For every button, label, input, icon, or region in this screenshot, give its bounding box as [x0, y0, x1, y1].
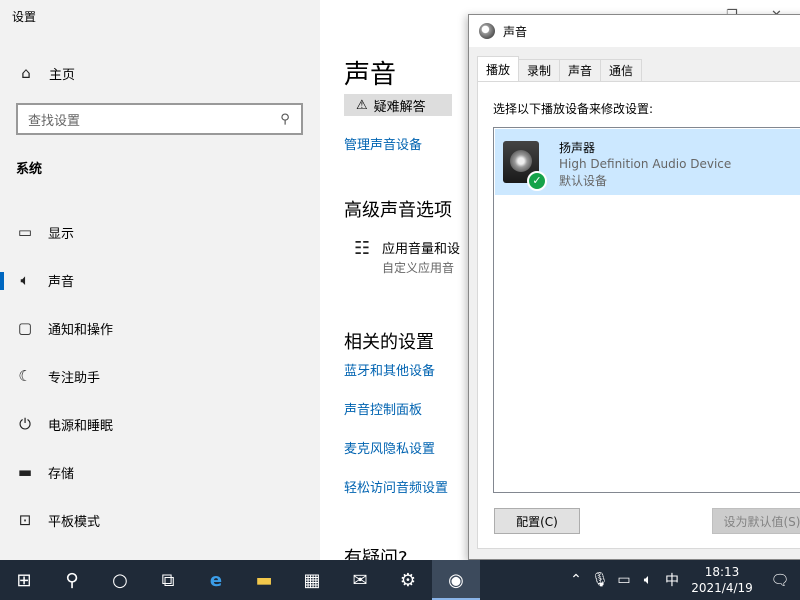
sidebar-item-tablet[interactable]: ⊡ 平板模式: [0, 496, 320, 544]
cortana-button[interactable]: ○: [96, 560, 144, 600]
device-status: 默认设备: [559, 174, 608, 188]
tab-sounds[interactable]: 声音: [559, 59, 602, 81]
app-volume-option[interactable]: ☷ 应用音量和设 自定义应用音: [354, 238, 460, 276]
task-view-icon: ⧉: [161, 569, 175, 591]
system-tray: ⌃ 🎙︎ ▭ 🔈︎ 中 18:13 2021/4/19 🗨︎: [564, 560, 800, 600]
edge-button[interactable]: e: [192, 560, 240, 600]
settings-button[interactable]: ⚙: [384, 560, 432, 600]
search-placeholder: 查找设置: [28, 113, 81, 129]
device-name: 扬声器: [559, 141, 596, 155]
store-icon: ▦: [303, 569, 321, 591]
mail-icon: ✉: [352, 569, 368, 591]
sound-icon: [479, 23, 495, 39]
sidebar-item-focus[interactable]: ☾ 专注助手: [0, 352, 320, 400]
sidebar-item-sound[interactable]: 🔈︎ 声音: [0, 256, 320, 304]
nav-list: ▭ 显示 🔈︎ 声音 ▢ 通知和操作 ☾ 专注助手 ⏻ 电源和睡眠 ▬ 存储 ⊡…: [0, 208, 320, 592]
chevron-up-icon[interactable]: ⌃: [564, 572, 588, 588]
section-title: 系统: [16, 162, 43, 177]
sidebar-item-notifications[interactable]: ▢ 通知和操作: [0, 304, 320, 352]
settings-sidebar: 设置 ⌂ 主页 查找设置 ⚲ 系统 ▭ 显示 🔈︎ 声音 ▢ 通知和操作 ☾ 专…: [0, 0, 320, 578]
tab-recording[interactable]: 录制: [518, 59, 561, 81]
nav-label: 显示: [48, 226, 75, 242]
tab-playback[interactable]: 播放: [477, 56, 520, 81]
nav-label: 平板模式: [48, 514, 101, 530]
folder-icon: ▬: [255, 569, 273, 591]
windows-icon: ⊞: [16, 569, 32, 591]
warning-icon: ⚠: [356, 97, 368, 113]
file-explorer-button[interactable]: ▬: [240, 560, 288, 600]
sound-app-button[interactable]: ◉: [432, 560, 480, 600]
device-list[interactable]: ✓ 扬声器 High Definition Audio Device 默认设备: [493, 127, 800, 493]
search-icon: ⚲: [65, 569, 79, 591]
clock-time: 18:13: [704, 565, 740, 579]
ime-indicator[interactable]: 中: [660, 570, 684, 590]
nav-label: 专注助手: [48, 370, 101, 386]
microphone-icon[interactable]: 🎙︎: [588, 572, 612, 588]
sidebar-item-power[interactable]: ⏻ 电源和睡眠: [0, 400, 320, 448]
volume-icon[interactable]: 🔈︎: [636, 572, 660, 588]
troubleshoot-button[interactable]: ⚠ 疑难解答: [344, 94, 452, 116]
nav-label: 声音: [48, 274, 75, 290]
nav-label: 存储: [48, 466, 75, 482]
sidebar-item-storage[interactable]: ▬ 存储: [0, 448, 320, 496]
speaker-device-icon: ✓: [503, 141, 547, 191]
search-button[interactable]: ⚲: [48, 560, 96, 600]
sidebar-item-display[interactable]: ▭ 显示: [0, 208, 320, 256]
tablet-icon: ⊡: [18, 511, 32, 529]
advanced-title: 高级声音选项: [344, 200, 452, 221]
gear-icon: ⚙: [399, 569, 417, 591]
manage-devices-link[interactable]: 管理声音设备: [344, 134, 422, 153]
network-icon[interactable]: ▭: [612, 572, 636, 588]
app-volume-subtitle: 自定义应用音: [382, 261, 455, 275]
nav-label: 电源和睡眠: [48, 418, 114, 434]
sound-dialog: 声音 播放 录制 声音 通信 选择以下播放设备来修改设置: ✓ 扬声器 High…: [468, 14, 800, 560]
cortana-icon: ○: [112, 569, 128, 591]
page-title: 声音: [344, 60, 397, 90]
clock-date: 2021/4/19: [691, 581, 753, 595]
default-check-icon: ✓: [527, 171, 547, 191]
storage-icon: ▬: [17, 463, 33, 481]
mail-button[interactable]: ✉: [336, 560, 384, 600]
taskbar: ⊞ ⚲ ○ ⧉ e ▬ ▦ ✉ ⚙ ◉ ⌃ 🎙︎ ▭ 🔈︎ 中 18:13 20…: [0, 560, 800, 600]
instruction-text: 选择以下播放设备来修改设置:: [493, 102, 654, 116]
sound-icon: ◉: [448, 569, 464, 591]
configure-button[interactable]: 配置(C): [494, 508, 580, 534]
search-icon: ⚲: [280, 111, 290, 127]
dialog-titlebar: 声音: [469, 15, 800, 47]
related-title: 相关的设置: [344, 332, 434, 353]
app-volume-title: 应用音量和设: [382, 242, 461, 257]
troubleshoot-label: 疑难解答: [373, 99, 426, 115]
tab-communications[interactable]: 通信: [600, 59, 643, 81]
moon-icon: ☾: [18, 367, 32, 385]
dialog-title: 声音: [503, 24, 528, 39]
clock[interactable]: 18:13 2021/4/19: [684, 564, 760, 596]
display-icon: ▭: [17, 223, 33, 241]
related-link-mic-privacy[interactable]: 麦克风隐私设置: [344, 438, 435, 457]
related-link-ease-audio[interactable]: 轻松访问音频设置: [344, 477, 448, 496]
task-view-button[interactable]: ⧉: [144, 560, 192, 600]
app-title: 设置: [12, 10, 37, 24]
power-icon: ⏻: [19, 415, 31, 433]
nav-label: 通知和操作: [48, 322, 114, 338]
dialog-tabs: 播放 录制 声音 通信: [477, 56, 643, 81]
edge-icon: e: [209, 569, 223, 591]
store-button[interactable]: ▦: [288, 560, 336, 600]
related-link-bluetooth[interactable]: 蓝牙和其他设备: [344, 360, 435, 379]
app-volume-icon: ☷: [354, 238, 371, 259]
playback-panel: 选择以下播放设备来修改设置: ✓ 扬声器 High Definition Aud…: [477, 81, 800, 549]
nav-home-label: 主页: [49, 67, 76, 83]
notification-icon: ▢: [17, 319, 33, 337]
nav-home[interactable]: ⌂ 主页: [0, 58, 320, 88]
set-default-button[interactable]: 设为默认值(S): [712, 508, 800, 534]
search-input[interactable]: 查找设置 ⚲: [16, 103, 303, 135]
device-description: High Definition Audio Device: [559, 157, 732, 171]
notification-center-icon[interactable]: 🗨︎: [760, 571, 800, 589]
home-icon: ⌂: [21, 64, 31, 82]
start-button[interactable]: ⊞: [0, 560, 48, 600]
speaker-icon: 🔈︎: [20, 271, 30, 289]
list-item[interactable]: ✓ 扬声器 High Definition Audio Device 默认设备: [495, 129, 800, 195]
related-link-sound-panel[interactable]: 声音控制面板: [344, 399, 422, 418]
speaker-cone-icon: [510, 150, 532, 172]
